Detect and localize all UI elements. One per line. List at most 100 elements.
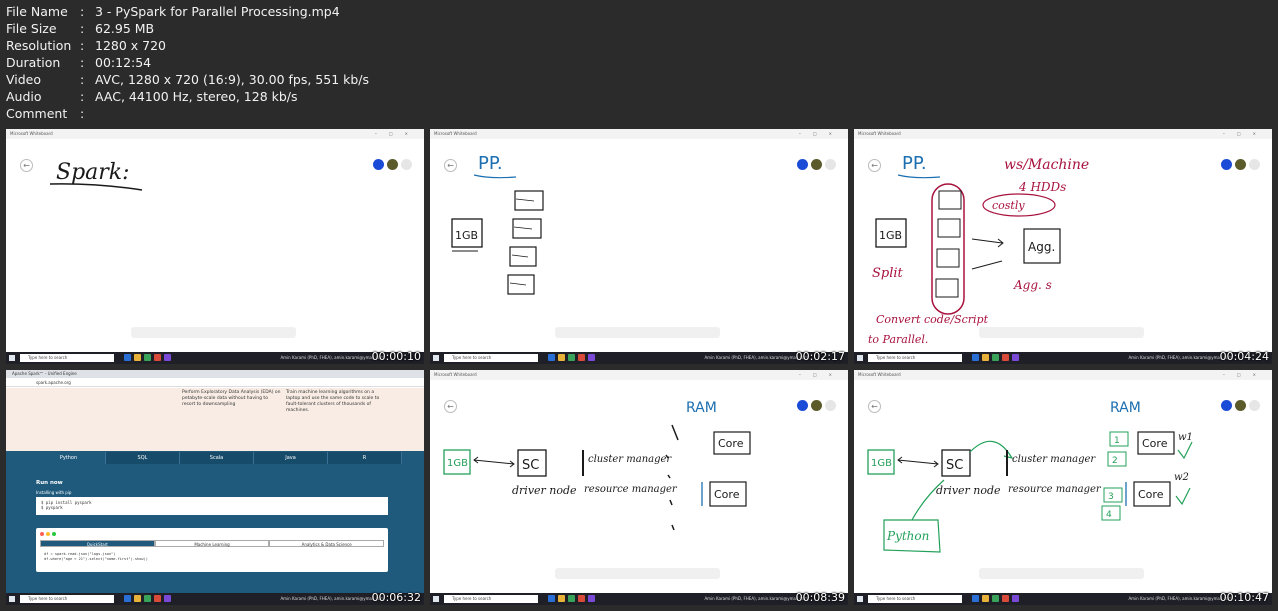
- app-icon[interactable]: [134, 595, 141, 602]
- taskbar-search[interactable]: Type here to search: [20, 354, 114, 362]
- eda-text: Perform Exploratory Data Analysis (EDA) …: [182, 390, 281, 407]
- pen-toolbar[interactable]: [555, 327, 720, 338]
- app-icon[interactable]: [154, 595, 161, 602]
- app-icon[interactable]: [558, 354, 565, 361]
- app-icon[interactable]: [558, 595, 565, 602]
- ink-stroke: [509, 198, 535, 286]
- windows-start-icon[interactable]: [433, 355, 439, 361]
- ink-stroke: [1006, 450, 1008, 476]
- taskbar-apps: [972, 595, 1062, 603]
- meta-value: 1280 x 720: [95, 38, 167, 53]
- tab-scala[interactable]: Scala: [180, 452, 254, 464]
- file-name-row: File Name : 3 - PySpark for Parallel Pro…: [6, 3, 369, 20]
- tab-machine-learning[interactable]: Machine Learning: [154, 540, 270, 547]
- app-icon[interactable]: [124, 595, 131, 602]
- windows-start-icon[interactable]: [857, 355, 863, 361]
- tab-python[interactable]: Python: [32, 452, 106, 464]
- app-icon[interactable]: [568, 354, 575, 361]
- meta-value: 3 - PySpark for Parallel Processing.mp4: [95, 4, 340, 19]
- windows-start-icon[interactable]: [857, 596, 863, 602]
- meta-key: Duration: [6, 55, 61, 70]
- app-icon[interactable]: [578, 354, 585, 361]
- taskbar-search[interactable]: Type here to search: [868, 354, 962, 362]
- windows-start-icon[interactable]: [9, 355, 15, 361]
- app-icon[interactable]: [548, 595, 555, 602]
- timestamp: 00:00:10: [371, 350, 421, 363]
- window-controls: –□×: [1222, 131, 1268, 136]
- arrow-icon: [971, 238, 1004, 248]
- dot-icon: [52, 532, 56, 536]
- user-label: Amin Karami (PhD, FHEA), amin.karami@yma…: [704, 355, 808, 360]
- windows-start-icon[interactable]: [9, 596, 15, 602]
- app-icon[interactable]: [1012, 354, 1019, 361]
- user-label: Amin Karami (PhD, FHEA), amin.karami@yma…: [704, 596, 808, 601]
- taskbar-apps: [548, 595, 638, 603]
- meta-value: AVC, 1280 x 720 (16:9), 30.00 fps, 551 k…: [95, 72, 370, 87]
- ink-core: Core: [1142, 437, 1168, 450]
- ink-partition-4: 4: [1106, 510, 1112, 520]
- app-icon[interactable]: [154, 354, 161, 361]
- underline-stroke: [473, 174, 517, 179]
- pen-toolbar[interactable]: [979, 568, 1144, 579]
- arrow-icon: [969, 440, 1014, 459]
- tab-quickstart[interactable]: QuickStart: [40, 540, 155, 547]
- app-icon[interactable]: [134, 354, 141, 361]
- app-icon[interactable]: [144, 595, 151, 602]
- meta-key: Resolution: [6, 38, 72, 53]
- user-label: Amin Karami (PhD, FHEA), amin.karami@yma…: [280, 355, 384, 360]
- app-icon[interactable]: [1002, 595, 1009, 602]
- app-icon[interactable]: [1002, 354, 1009, 361]
- taskbar-search[interactable]: Type here to search: [868, 595, 962, 603]
- page-hero: Perform Exploratory Data Analysis (EDA) …: [6, 388, 424, 451]
- app-icon[interactable]: [588, 354, 595, 361]
- taskbar: Type here to search Amin Karami (PhD, FH…: [6, 593, 424, 605]
- meta-sep: :: [80, 21, 85, 36]
- app-icon[interactable]: [972, 354, 979, 361]
- window-titlebar: Microsoft Whiteboard –□×: [854, 129, 1272, 139]
- pen-toolbar[interactable]: [131, 327, 296, 338]
- ink-w1: w1: [1178, 432, 1193, 443]
- ink-layer: Spark:: [49, 160, 143, 191]
- ink-cluster-manager: cluster manager: [588, 454, 672, 465]
- app-icon[interactable]: [568, 595, 575, 602]
- app-icon[interactable]: [124, 354, 131, 361]
- app-icon[interactable]: [992, 354, 999, 361]
- ink-core: Core: [718, 437, 744, 450]
- ink-driver-node: driver node: [512, 484, 577, 497]
- app-icon[interactable]: [588, 595, 595, 602]
- app-icon[interactable]: [578, 595, 585, 602]
- app-icon[interactable]: [164, 354, 171, 361]
- dot-icon: [40, 532, 44, 536]
- ink-spark: Spark:: [56, 160, 130, 185]
- app-icon[interactable]: [548, 354, 555, 361]
- meta-value: 62.95 MB: [95, 21, 155, 36]
- app-icon[interactable]: [164, 595, 171, 602]
- browser-tab[interactable]: Apache Spark™ - Unified Engine: [6, 370, 424, 378]
- whiteboard-canvas: ← Spark:: [6, 139, 424, 352]
- tab-sql[interactable]: SQL: [106, 452, 180, 464]
- tab-analytics[interactable]: Analytics & Data Science: [269, 540, 385, 547]
- install-code: $ pip install pyspark $ pyspark: [36, 497, 388, 515]
- tab-java[interactable]: Java: [254, 452, 328, 464]
- ink-block: [937, 218, 961, 238]
- pen-toolbar[interactable]: [555, 568, 720, 579]
- tab-r[interactable]: R: [328, 452, 402, 464]
- ink-to-parallel: to Parallel.: [868, 333, 928, 346]
- meta-sep: :: [80, 106, 85, 121]
- app-icon[interactable]: [992, 595, 999, 602]
- pen-toolbar[interactable]: [979, 327, 1144, 338]
- app-icon[interactable]: [982, 595, 989, 602]
- meta-sep: :: [80, 89, 85, 104]
- app-icon[interactable]: [144, 354, 151, 361]
- ink-agg: Agg.: [1028, 240, 1055, 254]
- app-icon[interactable]: [982, 354, 989, 361]
- address-bar[interactable]: spark.apache.org: [6, 378, 424, 387]
- windows-start-icon[interactable]: [433, 596, 439, 602]
- app-icon[interactable]: [972, 595, 979, 602]
- taskbar-search[interactable]: Type here to search: [444, 354, 538, 362]
- ink-driver-node: driver node: [936, 484, 1001, 497]
- taskbar-search[interactable]: Type here to search: [444, 595, 538, 603]
- taskbar-search[interactable]: Type here to search: [20, 595, 114, 603]
- window-dots: [40, 532, 56, 536]
- app-icon[interactable]: [1012, 595, 1019, 602]
